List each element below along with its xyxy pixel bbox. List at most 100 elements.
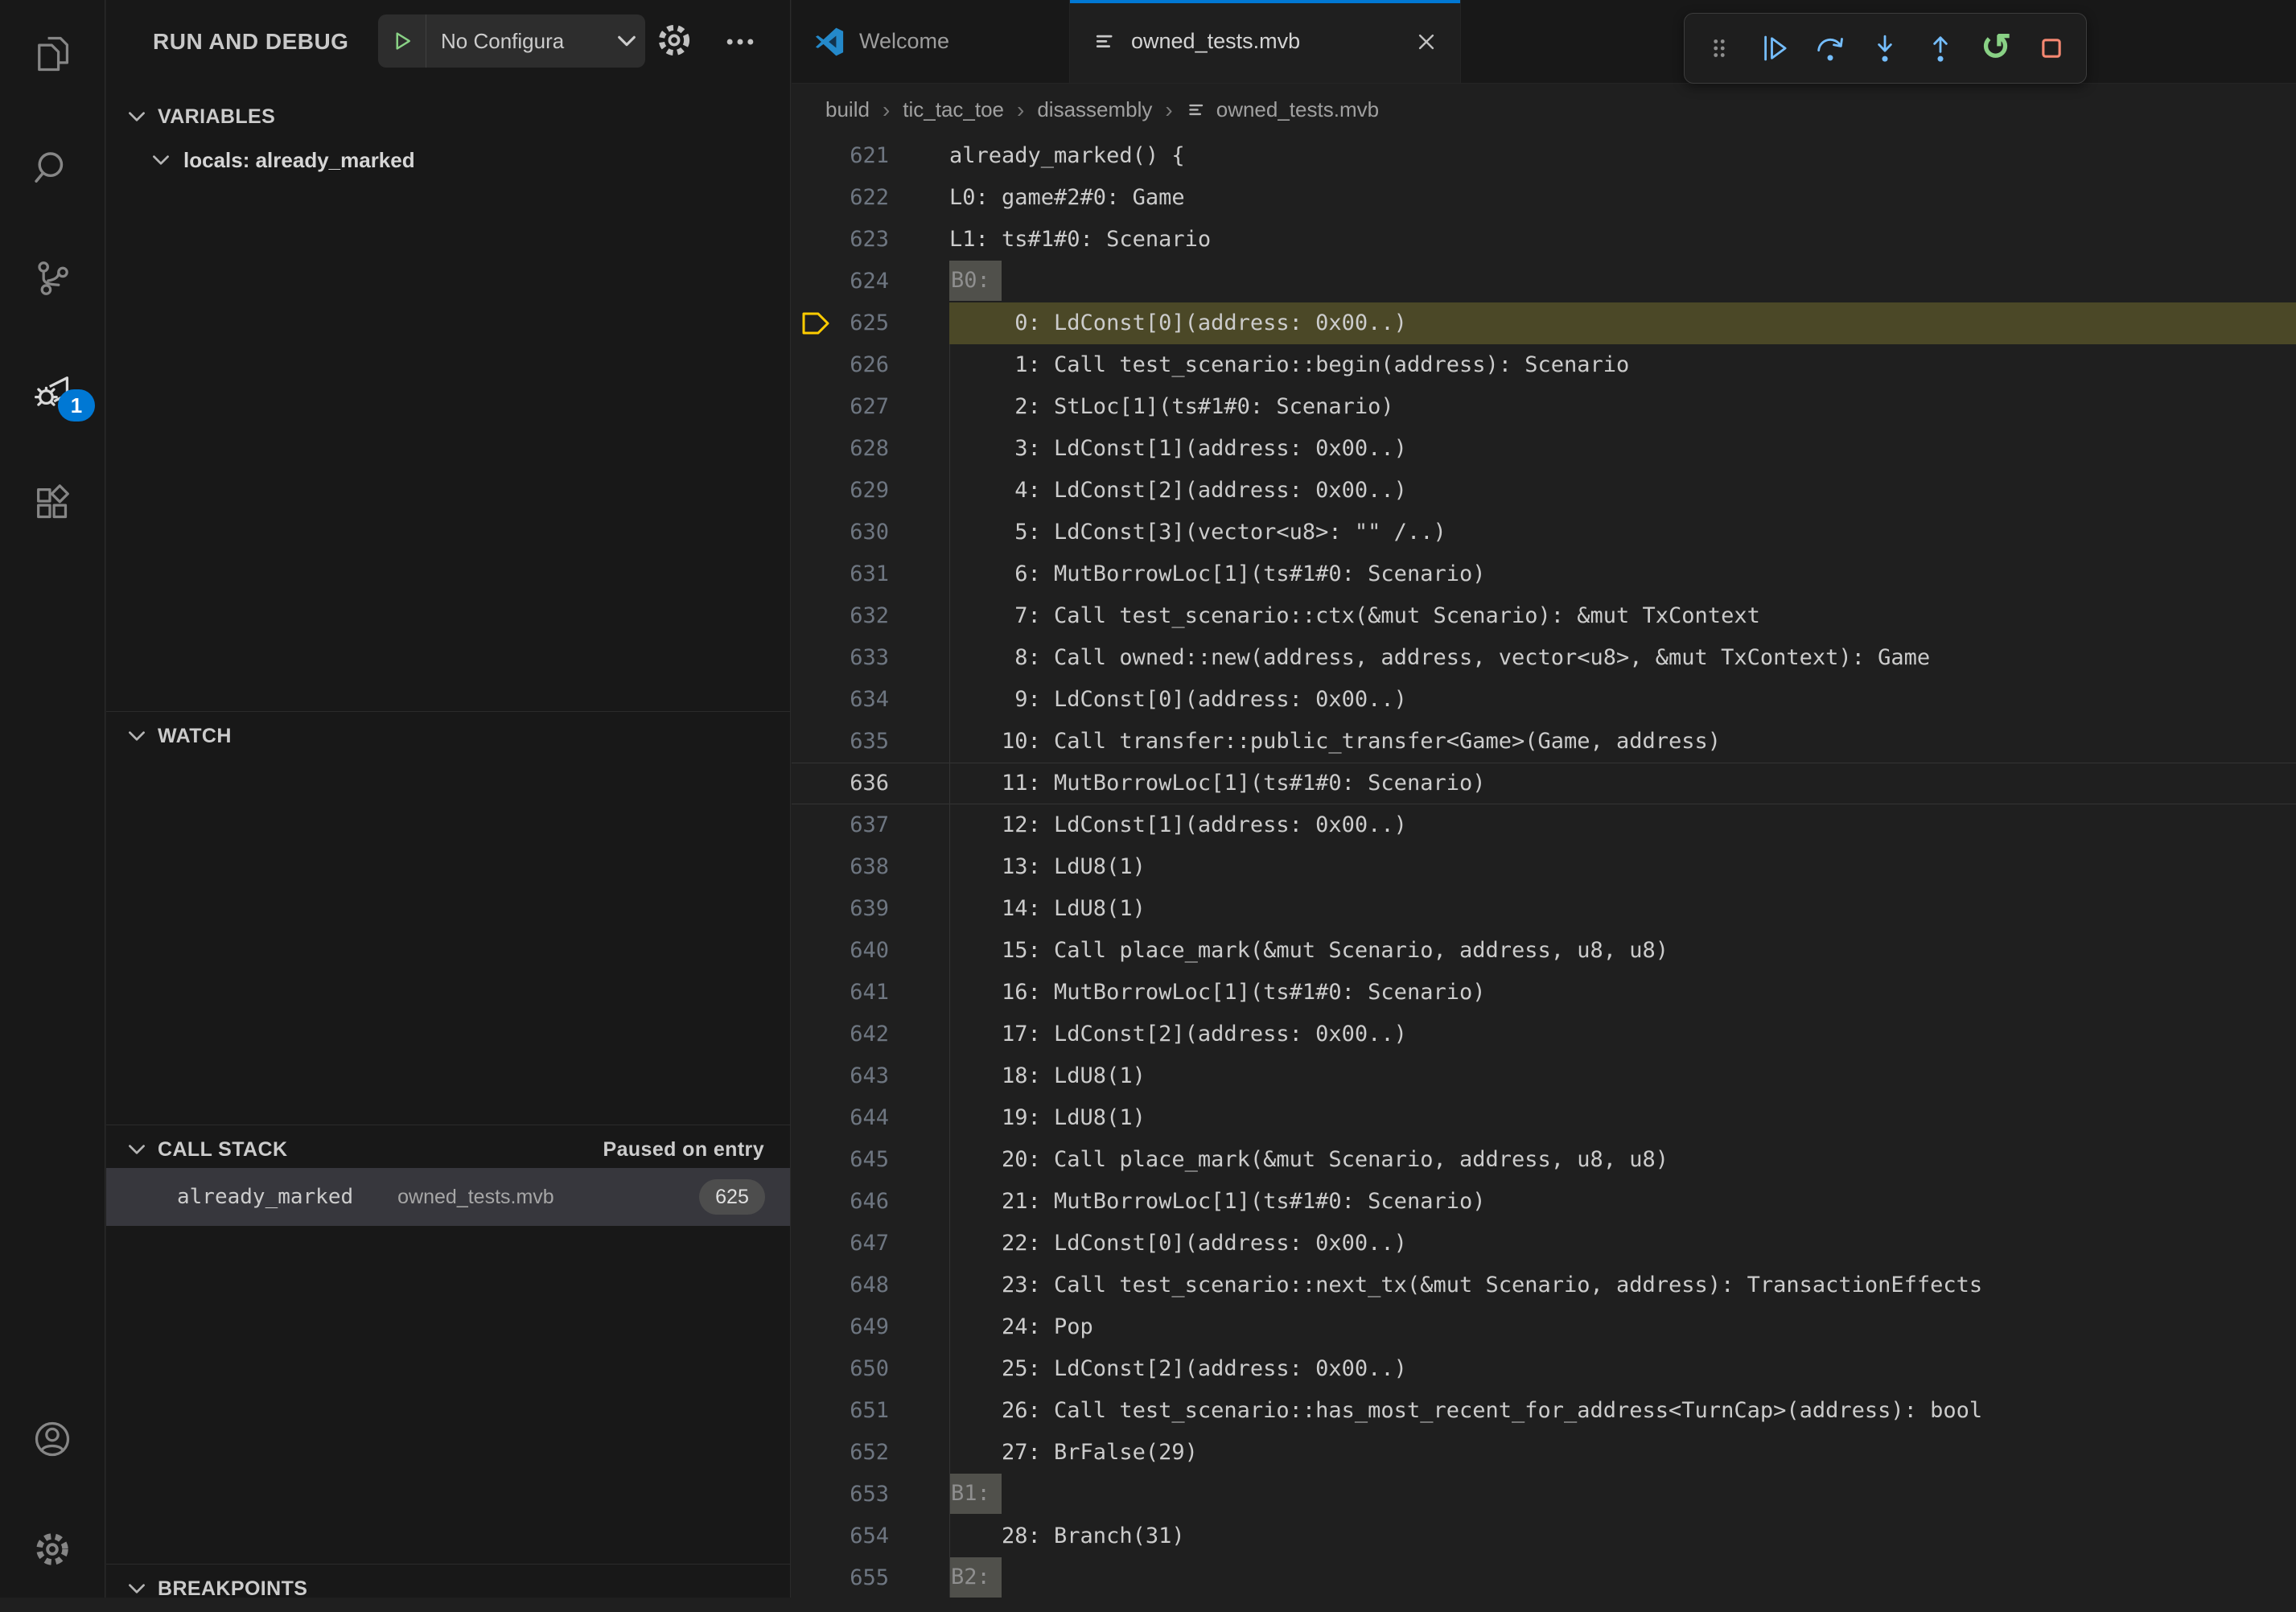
variables-section-header[interactable]: VARIABLES (106, 93, 790, 140)
code-line-644[interactable]: 644 19: LdU8(1) (792, 1097, 2296, 1139)
gutter-line-number[interactable]: 644 (792, 1097, 949, 1139)
gutter-line-number[interactable]: 629 (792, 470, 949, 512)
start-debugging-play-icon[interactable] (378, 14, 426, 68)
gutter-line-number[interactable]: 642 (792, 1014, 949, 1055)
code-line-638[interactable]: 638 13: LdU8(1) (792, 846, 2296, 888)
code-line-646[interactable]: 646 21: MutBorrowLoc[1](ts#1#0: Scenario… (792, 1181, 2296, 1223)
gutter-line-number[interactable]: 655 (792, 1557, 949, 1598)
code-line-624[interactable]: 624B0: (792, 261, 2296, 302)
gutter-line-number[interactable]: 654 (792, 1515, 949, 1557)
code-line-637[interactable]: 637 12: LdConst[1](address: 0x00..) (792, 804, 2296, 846)
code-line-643[interactable]: 643 18: LdU8(1) (792, 1055, 2296, 1097)
call-stack-section-header[interactable]: CALL STACK Paused on entry (106, 1126, 790, 1173)
step-out-button[interactable] (1922, 26, 1959, 71)
gear-icon[interactable] (653, 19, 695, 61)
gutter-line-number[interactable]: 622 (792, 177, 949, 219)
code-line-634[interactable]: 634 9: LdConst[0](address: 0x00..) (792, 679, 2296, 721)
code-line-654[interactable]: 654 28: Branch(31) (792, 1515, 2296, 1557)
gutter-line-number[interactable]: 645 (792, 1139, 949, 1181)
launch-configuration-dropdown[interactable]: No Configura (378, 14, 645, 68)
code-line-655[interactable]: 655B2: (792, 1557, 2296, 1598)
code-line-651[interactable]: 651 26: Call test_scenario::has_most_rec… (792, 1390, 2296, 1432)
code-line-631[interactable]: 631 6: MutBorrowLoc[1](ts#1#0: Scenario) (792, 553, 2296, 595)
code-line-636[interactable]: 636 11: MutBorrowLoc[1](ts#1#0: Scenario… (792, 763, 2296, 804)
code-line-633[interactable]: 633 8: Call owned::new(address, address,… (792, 637, 2296, 679)
gutter-line-number[interactable]: 639 (792, 888, 949, 930)
search-icon[interactable] (0, 128, 105, 208)
close-icon[interactable] (1415, 31, 1438, 53)
stop-button[interactable] (2033, 26, 2070, 71)
code-line-652[interactable]: 652 27: BrFalse(29) (792, 1432, 2296, 1474)
gutter-line-number[interactable]: 631 (792, 553, 949, 595)
gutter-line-number[interactable]: 640 (792, 930, 949, 972)
code-line-645[interactable]: 645 20: Call place_mark(&mut Scenario, a… (792, 1139, 2296, 1181)
locals-scope-row[interactable]: locals: already_marked (106, 138, 790, 182)
extensions-icon[interactable] (0, 463, 105, 544)
code-line-622[interactable]: 622L0: game#2#0: Game (792, 177, 2296, 219)
gutter-line-number[interactable]: 630 (792, 512, 949, 553)
gutter-line-number[interactable]: 643 (792, 1055, 949, 1097)
call-stack-frame[interactable]: already_markedowned_tests.mvb625 (106, 1168, 790, 1226)
gutter-line-number[interactable]: 651 (792, 1390, 949, 1432)
settings-gear-icon[interactable] (0, 1509, 105, 1589)
gutter-line-number[interactable]: 625 (792, 302, 949, 344)
code-line-628[interactable]: 628 3: LdConst[1](address: 0x00..) (792, 428, 2296, 470)
gutter-line-number[interactable]: 638 (792, 846, 949, 888)
code-line-626[interactable]: 626 1: Call test_scenario::begin(address… (792, 344, 2296, 386)
code-line-639[interactable]: 639 14: LdU8(1) (792, 888, 2296, 930)
gutter-line-number[interactable]: 626 (792, 344, 949, 386)
code-line-625[interactable]: 625 0: LdConst[0](address: 0x00..) (792, 302, 2296, 344)
gutter-line-number[interactable]: 646 (792, 1181, 949, 1223)
explorer-icon[interactable] (0, 14, 105, 94)
tab-welcome[interactable]: Welcome (792, 0, 1070, 83)
gutter-line-number[interactable]: 624 (792, 261, 949, 302)
continue-button[interactable] (1756, 26, 1793, 71)
code-line-632[interactable]: 632 7: Call test_scenario::ctx(&mut Scen… (792, 595, 2296, 637)
run-and-debug-icon[interactable]: 1 (0, 351, 105, 431)
step-into-button[interactable] (1866, 26, 1903, 71)
gutter-line-number[interactable]: 653 (792, 1474, 949, 1515)
gutter-line-number[interactable]: 649 (792, 1306, 949, 1348)
code-line-635[interactable]: 635 10: Call transfer::public_transfer<G… (792, 721, 2296, 763)
gutter-line-number[interactable]: 647 (792, 1223, 949, 1265)
code-line-642[interactable]: 642 17: LdConst[2](address: 0x00..) (792, 1014, 2296, 1055)
code-line-647[interactable]: 647 22: LdConst[0](address: 0x00..) (792, 1223, 2296, 1265)
gutter-line-number[interactable]: 635 (792, 721, 949, 763)
code-line-629[interactable]: 629 4: LdConst[2](address: 0x00..) (792, 470, 2296, 512)
drag-handle-icon[interactable] (1701, 26, 1738, 71)
step-over-button[interactable] (1812, 26, 1849, 71)
breadcrumb-item-tic-tac-toe[interactable]: tic_tac_toe (903, 97, 1004, 122)
gutter-line-number[interactable]: 633 (792, 637, 949, 679)
views-and-more-actions-icon[interactable] (718, 19, 763, 64)
breadcrumb-item-build[interactable]: build (825, 97, 870, 122)
code-editor[interactable]: 621already_marked() {622L0: game#2#0: Ga… (792, 135, 2296, 1598)
code-line-648[interactable]: 648 23: Call test_scenario::next_tx(&mut… (792, 1265, 2296, 1306)
watch-section-header[interactable]: WATCH (106, 713, 790, 759)
gutter-line-number[interactable]: 637 (792, 804, 949, 846)
gutter-line-number[interactable]: 628 (792, 428, 949, 470)
code-line-641[interactable]: 641 16: MutBorrowLoc[1](ts#1#0: Scenario… (792, 972, 2296, 1014)
gutter-line-number[interactable]: 634 (792, 679, 949, 721)
gutter-line-number[interactable]: 636 (792, 763, 949, 804)
breadcrumb-item-disassembly[interactable]: disassembly (1037, 97, 1152, 122)
gutter-line-number[interactable]: 627 (792, 386, 949, 428)
source-control-icon[interactable] (0, 238, 105, 319)
code-line-623[interactable]: 623L1: ts#1#0: Scenario (792, 219, 2296, 261)
restart-button[interactable]: ↺ (1977, 26, 2014, 71)
gutter-line-number[interactable]: 621 (792, 135, 949, 177)
code-line-630[interactable]: 630 5: LdConst[3](vector<u8>: "" /..) (792, 512, 2296, 553)
code-line-653[interactable]: 653B1: (792, 1474, 2296, 1515)
code-line-650[interactable]: 650 25: LdConst[2](address: 0x00..) (792, 1348, 2296, 1390)
code-line-649[interactable]: 649 24: Pop (792, 1306, 2296, 1348)
code-line-621[interactable]: 621already_marked() { (792, 135, 2296, 177)
gutter-line-number[interactable]: 641 (792, 972, 949, 1014)
breakpoints-section-header[interactable]: BREAKPOINTS (106, 1565, 790, 1612)
tab-owned-tests-mvb[interactable]: owned_tests.mvb (1070, 0, 1461, 83)
account-icon[interactable] (0, 1399, 105, 1479)
breadcrumb-item-file[interactable]: owned_tests.mvb (1216, 97, 1379, 122)
gutter-line-number[interactable]: 650 (792, 1348, 949, 1390)
gutter-line-number[interactable]: 648 (792, 1265, 949, 1306)
code-line-627[interactable]: 627 2: StLoc[1](ts#1#0: Scenario) (792, 386, 2296, 428)
gutter-line-number[interactable]: 652 (792, 1432, 949, 1474)
gutter-line-number[interactable]: 623 (792, 219, 949, 261)
